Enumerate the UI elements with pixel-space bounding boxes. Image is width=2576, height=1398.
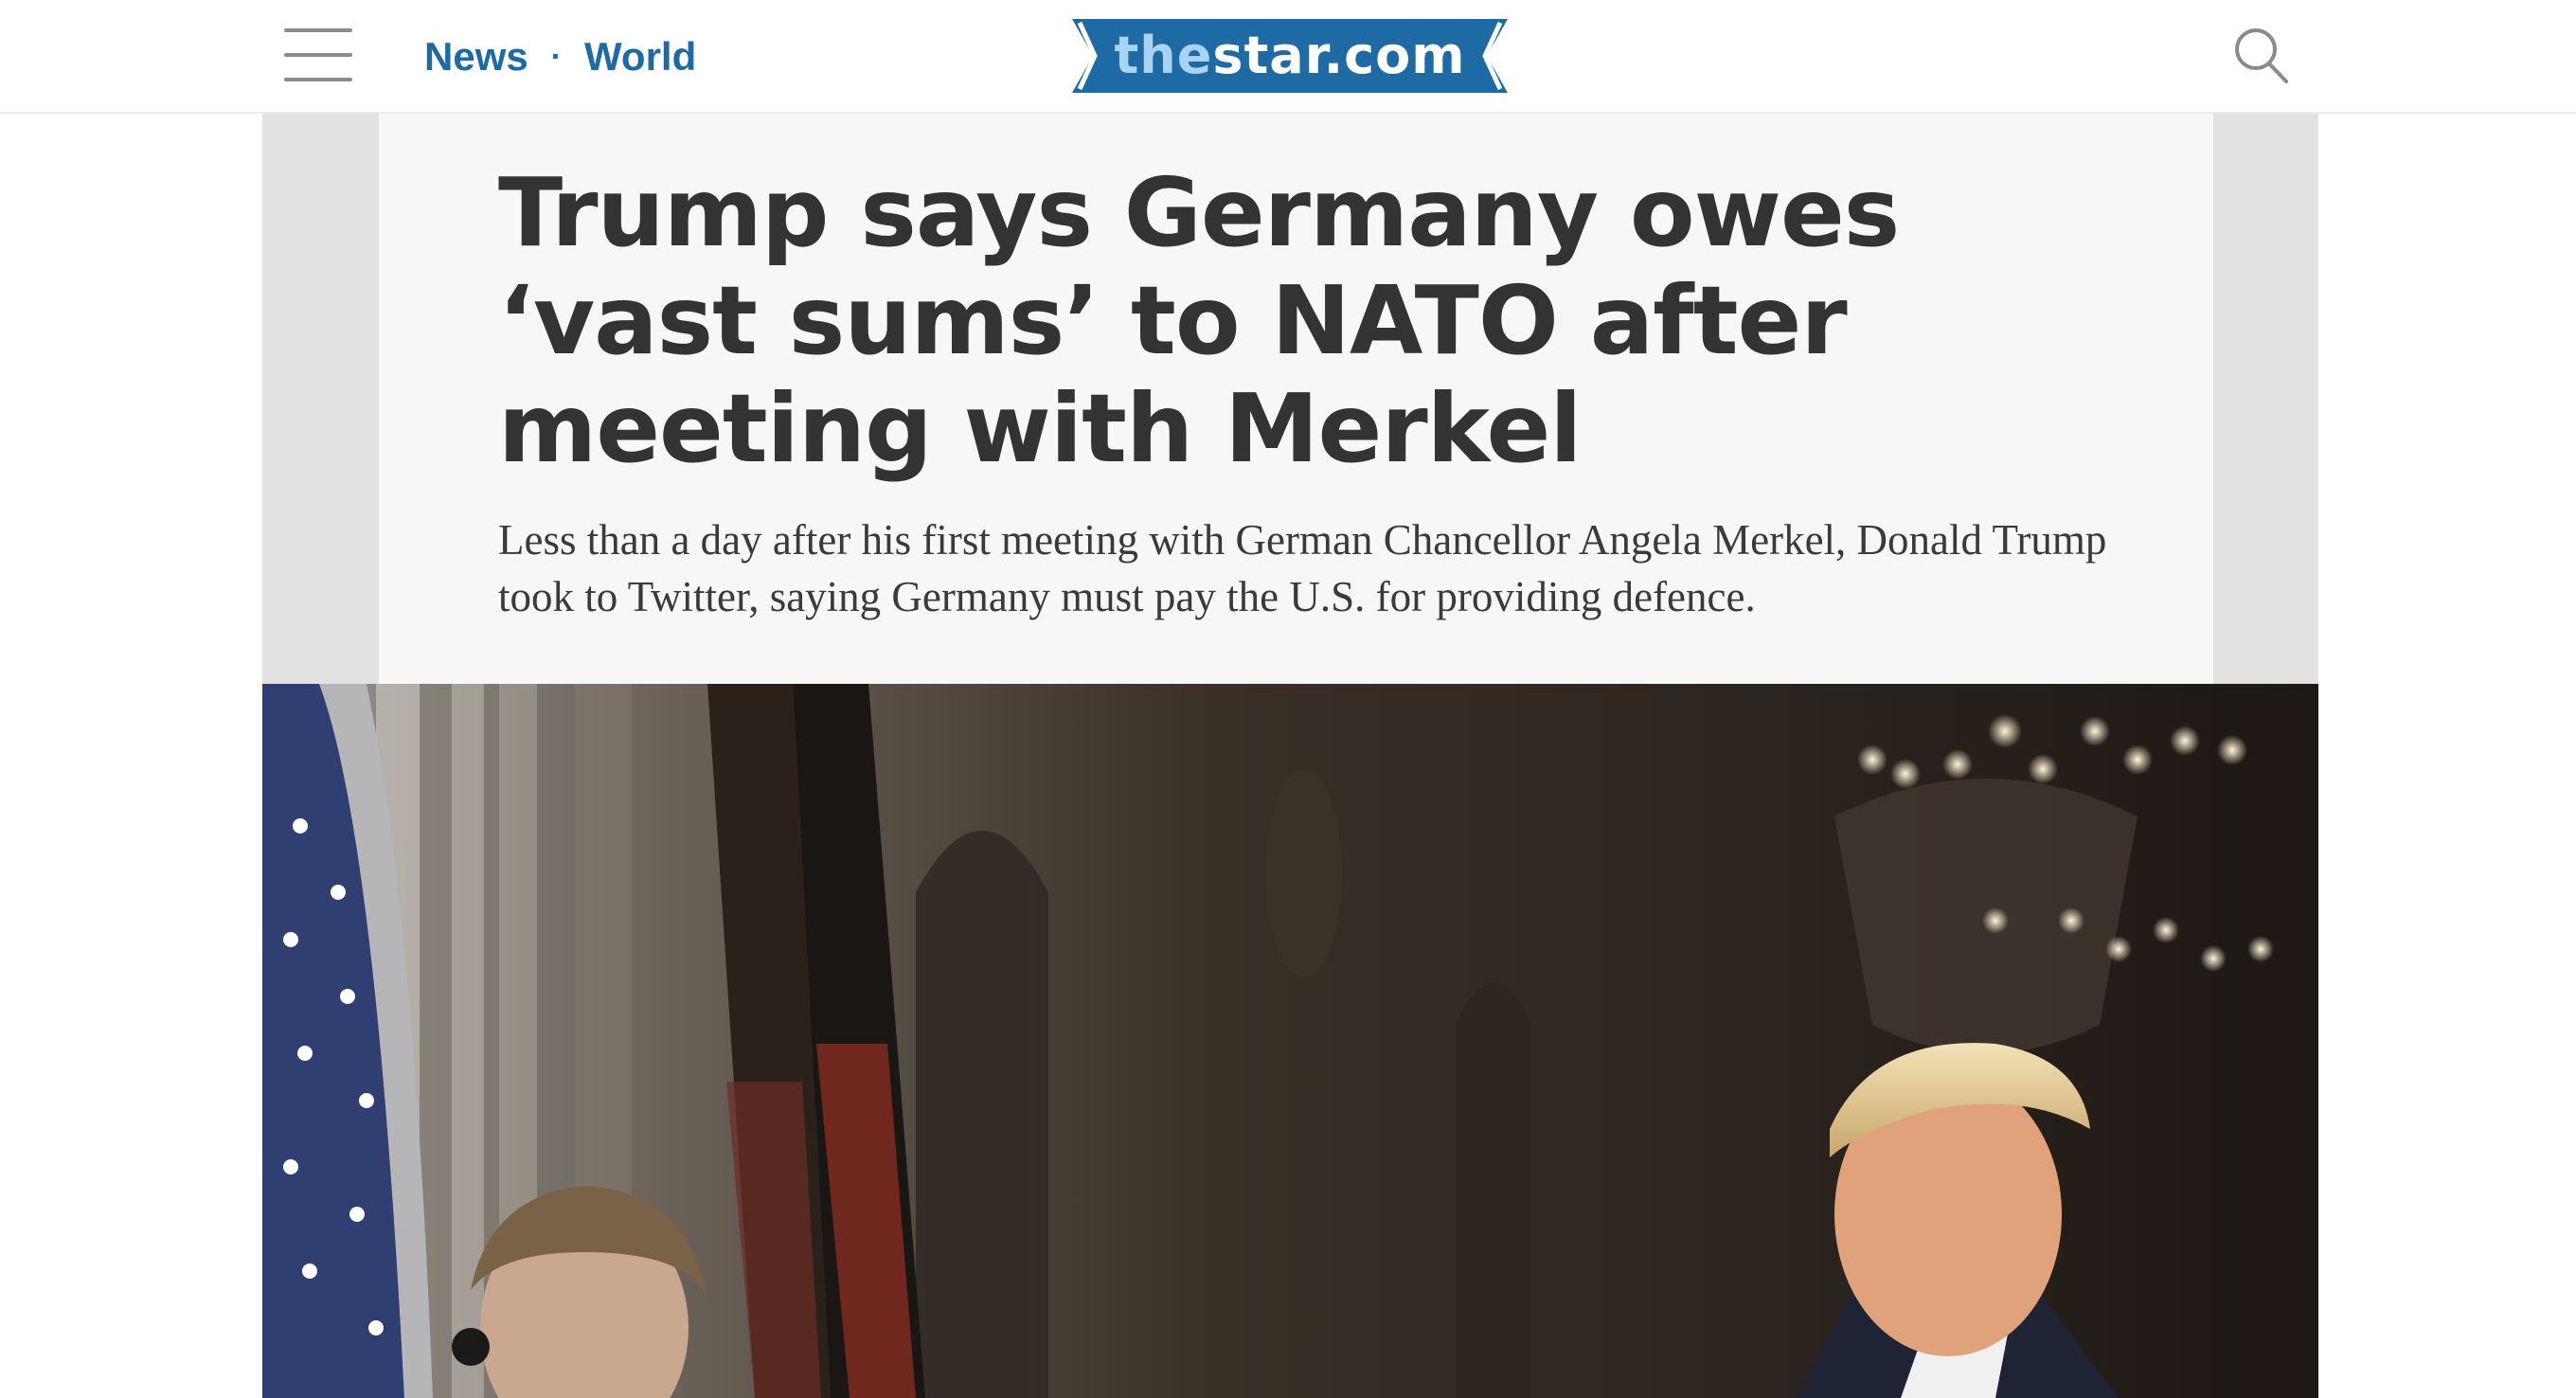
menu-line xyxy=(284,78,352,81)
top-navigation-bar: News · World thestar.com xyxy=(0,0,2576,114)
breadcrumb-world-link[interactable]: World xyxy=(584,34,696,80)
lead-photo-image xyxy=(262,684,2318,1398)
article-dek: Less than a day after his first meeting … xyxy=(498,516,2107,620)
hamburger-menu-icon[interactable] xyxy=(284,27,356,85)
search-icon[interactable] xyxy=(2233,27,2290,85)
logo-wordmark: thestar.com xyxy=(1072,19,1508,93)
breadcrumb-separator: · xyxy=(550,38,563,75)
breadcrumb-news-link[interactable]: News xyxy=(424,34,528,80)
article-headline: Trump says Germany owes ‘vast sums’ to N… xyxy=(498,157,1900,484)
site-logo[interactable]: thestar.com xyxy=(1072,19,1508,93)
menu-line xyxy=(284,53,352,57)
logo-prefix: the xyxy=(1114,26,1213,85)
logo-main: star.com xyxy=(1212,26,1466,85)
article-lead-photo[interactable] xyxy=(262,684,2318,1398)
breadcrumb: News · World xyxy=(424,28,696,85)
menu-line xyxy=(284,28,352,32)
